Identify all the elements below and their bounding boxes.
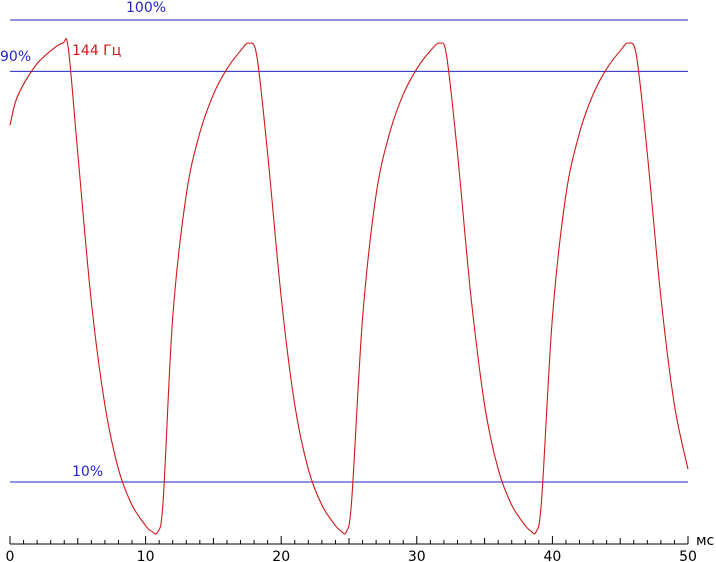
response-time-chart: 100% 90% 10% 0 10 20 30 40 50 мс 144 Гц bbox=[0, 0, 714, 562]
reference-lines: 100% 90% 10% bbox=[0, 0, 688, 483]
series-layer bbox=[9, 38, 689, 535]
x-axis-ticks: 0 10 20 30 40 50 bbox=[6, 536, 697, 562]
x-tick-label: 40 bbox=[543, 549, 561, 562]
series-label: 144 Гц bbox=[72, 43, 121, 59]
x-tick-label: 0 bbox=[6, 549, 15, 562]
x-tick-label: 20 bbox=[272, 549, 290, 562]
series-line-0 bbox=[9, 38, 689, 535]
reference-label-10: 10% bbox=[72, 464, 103, 480]
x-tick-label: 10 bbox=[137, 549, 155, 562]
x-tick-label: 50 bbox=[679, 549, 697, 562]
x-axis-unit-label: мс bbox=[696, 533, 714, 549]
x-axis: 0 10 20 30 40 50 bbox=[6, 536, 697, 562]
reference-label-100: 100% bbox=[126, 0, 166, 16]
reference-label-90: 90% bbox=[0, 49, 31, 65]
x-tick-label: 30 bbox=[408, 549, 426, 562]
